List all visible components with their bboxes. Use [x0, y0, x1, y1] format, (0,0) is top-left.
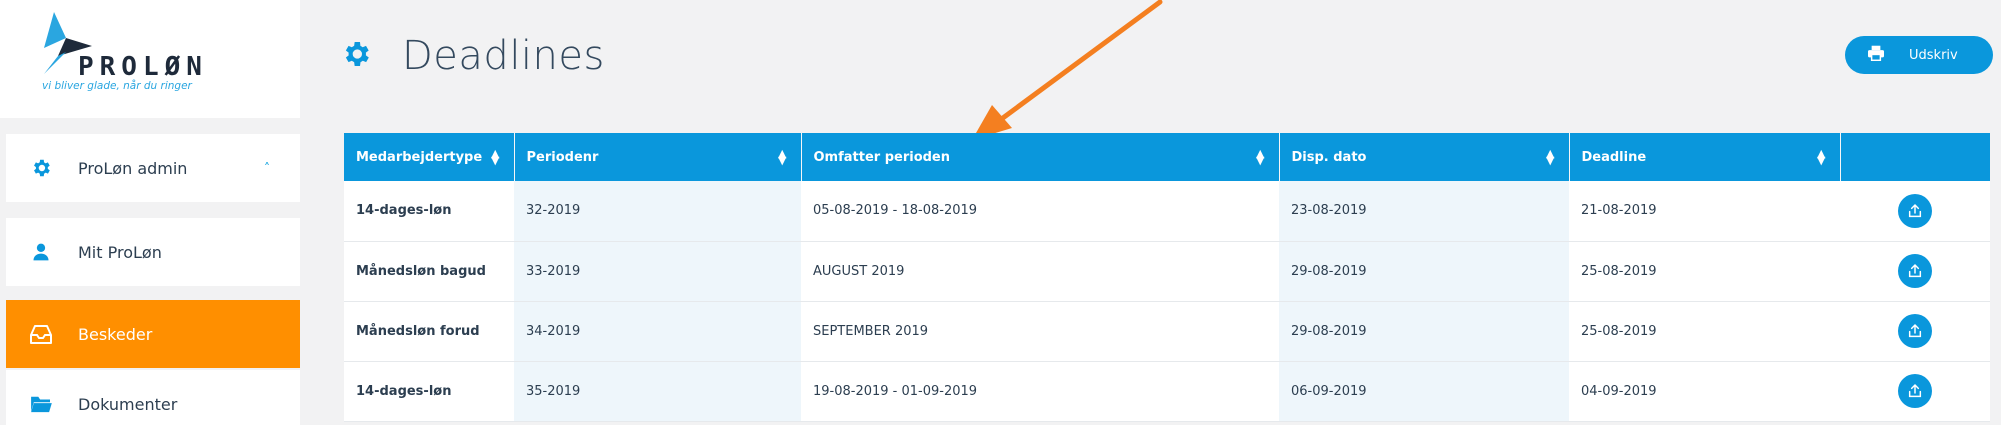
cell-medarbejdertype: Månedsløn forud: [356, 323, 480, 339]
cell-omfatter-perioden: SEPTEMBER 2019: [813, 323, 929, 339]
cell-periodenr: 33-2019: [514, 241, 801, 301]
sort-icon[interactable]: ▲ ▼: [491, 148, 499, 166]
upload-icon[interactable]: [1898, 193, 1932, 228]
cell-action: [1840, 301, 1990, 361]
page-title: Deadlines: [402, 33, 605, 79]
cell-deadline: 25-08-2019: [1581, 323, 1657, 339]
cell-medarbejdertype: 14-dages-løn: [356, 383, 452, 399]
cell-disp-dato: 06-09-2019: [1279, 361, 1569, 421]
sidebar-item-prolon-admin[interactable]: ProLøn admin ˄: [6, 134, 300, 202]
table-row: Månedsløn forud 34-2019 SEPTEMBER 2019 2…: [344, 301, 1990, 361]
cell-deadline: 25-08-2019: [1581, 263, 1657, 279]
sidebar-item-label: Dokumenter: [78, 394, 178, 414]
upload-icon[interactable]: [1898, 374, 1932, 408]
table-header-row: Medarbejdertype ▲ ▼ Periodenr ▲ ▼ Omfatter p…: [344, 133, 1990, 181]
column-header-omfatter-perioden[interactable]: Omfatter perioden ▲ ▼: [801, 133, 1280, 181]
cell-action: [1840, 181, 1990, 241]
sort-icon[interactable]: ▲ ▼: [1546, 148, 1554, 166]
sort-icon[interactable]: ▲ ▼: [778, 148, 786, 166]
cell-medarbejdertype: Månedsløn bagud: [356, 263, 486, 279]
column-header-actions: [1840, 133, 1990, 181]
sort-icon[interactable]: ▲ ▼: [1256, 148, 1264, 166]
folder-icon: [28, 391, 54, 417]
upload-icon[interactable]: [1898, 254, 1932, 288]
upload-icon[interactable]: [1898, 314, 1932, 348]
column-header-periodenr[interactable]: Periodenr ▲ ▼: [514, 133, 802, 181]
inbox-icon: [28, 321, 54, 347]
table-row: 14-dages-løn 32-2019 05-08-2019 - 18-08-…: [344, 181, 1990, 241]
logo-tagline: vi bliver glade, når du ringer: [42, 80, 192, 92]
table-row: 14-dages-løn 35-2019 19-08-2019 - 01-09-…: [344, 361, 1990, 421]
column-header-medarbejdertype[interactable]: Medarbejdertype ▲ ▼: [344, 133, 515, 181]
cell-action: [1840, 361, 1990, 421]
deadlines-table: Medarbejdertype ▲ ▼ Periodenr ▲ ▼ Omfatter p…: [344, 133, 1990, 422]
cell-omfatter-perioden: AUGUST 2019: [813, 263, 905, 279]
cell-periodenr: 32-2019: [514, 181, 801, 241]
cell-disp-dato: 23-08-2019: [1279, 181, 1569, 241]
cell-disp-dato: 29-08-2019: [1279, 301, 1569, 361]
sort-icon[interactable]: ▲ ▼: [1817, 148, 1825, 166]
cell-disp-dato: 29-08-2019: [1279, 241, 1569, 301]
column-header-deadline[interactable]: Deadline ▲ ▼: [1569, 133, 1841, 181]
logo[interactable]: PROLØN vi bliver glade, når du ringer: [0, 0, 300, 118]
print-button-label: Udskriv: [1909, 47, 1958, 63]
cell-periodenr: 34-2019: [514, 301, 801, 361]
cell-deadline: 21-08-2019: [1581, 203, 1657, 219]
column-header-disp-dato[interactable]: Disp. dato ▲ ▼: [1279, 133, 1570, 181]
cell-deadline: 04-09-2019: [1581, 383, 1657, 399]
sidebar-item-label: Mit ProLøn: [78, 242, 162, 262]
sidebar-item-beskeder[interactable]: Beskeder: [6, 300, 300, 368]
sidebar-item-label: Beskeder: [78, 324, 153, 344]
cell-omfatter-perioden: 19-08-2019 - 01-09-2019: [813, 383, 978, 399]
user-icon: [28, 239, 54, 265]
printer-icon: [1867, 45, 1885, 65]
page-header: Deadlines: [340, 26, 605, 86]
logo-text: PROLØN: [78, 52, 208, 82]
sidebar: PROLØN vi bliver glade, når du ringer Pr…: [0, 0, 300, 425]
table-row: Månedsløn bagud 33-2019 AUGUST 2019 29-0…: [344, 241, 1990, 301]
cell-medarbejdertype: 14-dages-løn: [356, 203, 452, 219]
gear-icon: [340, 38, 372, 74]
cell-omfatter-perioden: 05-08-2019 - 18-08-2019: [813, 203, 978, 219]
print-button[interactable]: Udskriv: [1845, 36, 1993, 74]
cell-action: [1840, 241, 1990, 301]
gear-icon: [28, 155, 54, 181]
annotation-arrow-icon: [972, 0, 1163, 140]
chevron-up-icon[interactable]: ˄: [264, 161, 270, 175]
sidebar-item-dokumenter[interactable]: Dokumenter: [6, 370, 300, 425]
sidebar-item-mit-prolon[interactable]: Mit ProLøn: [6, 218, 300, 286]
sidebar-item-label: ProLøn admin: [78, 158, 188, 178]
cell-periodenr: 35-2019: [514, 361, 801, 421]
